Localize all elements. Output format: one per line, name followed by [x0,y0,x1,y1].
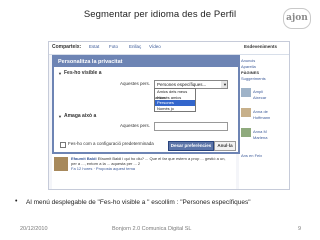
privacy-dialog: Personalitza la privacitat ▼ Fes-ho visi… [52,55,240,154]
select-value: Persones específiques... [157,82,207,87]
cancel-button[interactable]: Anul·la [214,141,236,151]
section-hide-label: Amaga això a [64,113,97,119]
bullet-text: Al menú desplegable de "Fes-ho visible a… [26,199,251,206]
default-checkbox-label: Fes-ho com a configuració predeterminada [68,141,154,146]
footer-center: Bonjorn 2.0 Comunica Digital SL [112,226,192,232]
events-heading: Esdeveniments [244,44,278,49]
facebook-screenshot: Comparteix: Estat Foto Enllaç Vídeo Esde… [48,41,290,190]
tab-video[interactable]: Vídeo [149,44,161,49]
default-checkbox[interactable] [60,142,66,148]
visibility-dropdown: Amics dels meus amics Només amics Person… [154,88,196,112]
right-item[interactable]: Aparella [241,64,256,69]
post-meta[interactable]: Fa 12 hores · Proposta aquest tema [71,166,135,171]
facebook-publisher-bar: Comparteix: Estat Foto Enllaç Vídeo Esde… [49,42,289,55]
avatar[interactable] [54,157,68,171]
dialog-title: Personalitza la privacitat [54,57,238,67]
footer-date: 20/12/2010 [20,226,48,232]
right-item[interactable]: Anna M [253,129,267,134]
company-logo: ajon [283,8,311,29]
right-item[interactable]: PÀGINES [241,70,259,75]
expand-arrow-icon[interactable]: ▼ [58,71,62,76]
right-item[interactable]: Marlena [253,135,267,140]
hide-field-label: Aquestes pers. [119,123,150,128]
right-item[interactable]: Hoffmann [253,115,270,120]
share-label: Comparteix: [52,44,82,50]
right-item[interactable]: Anna de [253,109,268,114]
post-body: Efaumit Baldi Efaumit Baldi i qui ho diu… [71,156,231,171]
tab-status[interactable]: Estat [89,44,99,49]
chevron-down-icon[interactable]: ▼ [221,81,227,88]
right-item[interactable]: Anuncis [241,58,255,63]
hide-input[interactable] [154,122,228,131]
right-item[interactable]: Suggeriments [241,76,266,81]
section-visible-label: Fes-ho visible a [64,70,102,76]
right-item[interactable]: Ans en Feix [241,153,262,158]
slide-title: Segmentar per idioma des de Perfil [83,9,237,20]
tab-link[interactable]: Enllaç [129,44,141,49]
expand-arrow-icon[interactable]: ▼ [58,114,62,119]
right-thumb [241,128,251,137]
right-column: Anuncis Aparella PÀGINES Suggeriments Am… [239,55,289,189]
visible-field-label: Aquestes pers. [119,81,150,86]
right-thumb [241,108,251,117]
tab-photo[interactable]: Foto [109,44,118,49]
save-button[interactable]: Desar preferències [168,141,214,151]
right-item[interactable]: Ampli [253,89,263,94]
footer-page-number: 9 [298,226,302,232]
right-item[interactable]: Aixecar [253,95,266,100]
right-thumb [241,88,251,97]
feed-post: Efaumit Baldi Efaumit Baldi i qui ho diu… [52,154,236,189]
bullet-icon: • [15,198,18,205]
